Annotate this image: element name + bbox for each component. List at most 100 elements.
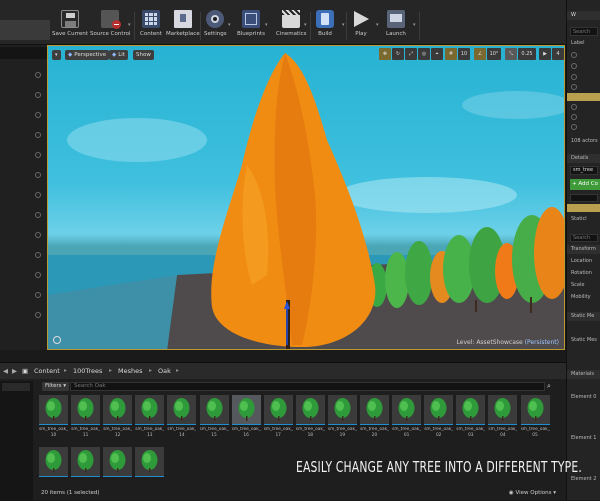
- asset-tile[interactable]: sm_tree_oak_ 10: [39, 395, 68, 439]
- asset-tile[interactable]: sm_tree_oak_ 17: [263, 395, 293, 439]
- label-column-header[interactable]: Label: [571, 40, 585, 46]
- asset-search-input[interactable]: Search Oak: [70, 382, 545, 391]
- launch-button[interactable]: Launch: [386, 10, 406, 42]
- visibility-eye-icon[interactable]: [35, 112, 41, 118]
- component-selected-row[interactable]: [567, 204, 600, 212]
- asset-tile[interactable]: sm_tree_oak_ 13: [135, 395, 165, 439]
- visibility-eye-icon[interactable]: [571, 114, 577, 120]
- level-viewport[interactable]: ▾ ◆ Perspective ◆ Lit Show ✥ ↻ ⤢ ◎ ⌖ # 10 …: [47, 45, 565, 350]
- outliner-selected-row[interactable]: [567, 93, 600, 101]
- search-icon[interactable]: ⌕: [547, 382, 551, 391]
- marketplace-button[interactable]: Marketplace: [166, 10, 200, 42]
- add-component-button[interactable]: + Add Co: [570, 179, 600, 190]
- left-panel-tab[interactable]: [0, 20, 50, 40]
- visibility-eye-icon[interactable]: [571, 124, 577, 130]
- path-segment[interactable]: 100Trees: [73, 367, 102, 375]
- asset-tile[interactable]: sm_tree_oak_ 16: [231, 395, 261, 439]
- path-separator-icon[interactable]: ▸: [109, 367, 112, 374]
- forward-arrow-icon[interactable]: ▶: [12, 367, 17, 375]
- visibility-eye-icon[interactable]: [35, 232, 41, 238]
- lit-button[interactable]: ◆ Lit: [109, 50, 128, 60]
- camera-speed-value[interactable]: 4: [552, 48, 564, 60]
- settings-dropdown-arrow[interactable]: ▾: [228, 22, 231, 28]
- path-segment[interactable]: Meshes: [118, 367, 143, 375]
- source-control-dropdown-arrow[interactable]: ▾: [128, 22, 131, 28]
- asset-tile[interactable]: [103, 447, 133, 491]
- back-arrow-icon[interactable]: ◀: [3, 367, 8, 375]
- sources-search-input[interactable]: [2, 383, 30, 391]
- asset-tile[interactable]: sm_tree_oak_ 05: [520, 395, 550, 439]
- perspective-button[interactable]: ◆ Perspective: [65, 50, 110, 60]
- asset-tile[interactable]: [135, 447, 165, 491]
- asset-tile[interactable]: sm_tree_oak_ 20: [360, 395, 389, 439]
- rotate-tool-icon[interactable]: ↻: [392, 48, 404, 60]
- blueprints-button[interactable]: Blueprints: [237, 10, 265, 42]
- visibility-eye-icon[interactable]: [35, 312, 41, 318]
- left-panel-header[interactable]: [0, 47, 47, 59]
- rotation-snap-icon[interactable]: ∠: [474, 48, 486, 60]
- show-button[interactable]: Show: [133, 50, 154, 60]
- translate-tool-icon[interactable]: ✥: [379, 48, 391, 60]
- asset-tile[interactable]: sm_tree_oak_ 11: [71, 395, 101, 439]
- asset-tile[interactable]: sm_tree_oak_ 19: [327, 395, 357, 439]
- outliner-search-input[interactable]: Search: [570, 27, 598, 36]
- camera-speed-icon[interactable]: ▶: [539, 48, 551, 60]
- visibility-eye-icon[interactable]: [571, 104, 577, 110]
- component-search-input[interactable]: [570, 194, 598, 202]
- asset-tile[interactable]: sm_tree_oak_ 03: [456, 395, 486, 439]
- selected-oak-tree[interactable]: [211, 53, 376, 350]
- build-dropdown-arrow[interactable]: ▾: [342, 22, 345, 28]
- filters-button[interactable]: Filters ▾: [42, 382, 70, 391]
- scale-snap-value[interactable]: 0.25: [518, 48, 536, 60]
- visibility-eye-icon[interactable]: [35, 72, 41, 78]
- visibility-eye-icon[interactable]: [35, 252, 41, 258]
- asset-tile[interactable]: [39, 447, 68, 491]
- asset-tile[interactable]: sm_tree_oak_ 14: [167, 395, 197, 439]
- rotation-snap-value[interactable]: 10°: [487, 48, 501, 60]
- visibility-eye-icon[interactable]: [571, 84, 577, 90]
- grid-snap-value[interactable]: 10: [458, 48, 470, 60]
- visibility-eye-icon[interactable]: [35, 192, 41, 198]
- surface-snap-icon[interactable]: ⌖: [431, 48, 443, 60]
- asset-tile[interactable]: sm_tree_oak_ 15: [199, 395, 229, 439]
- path-separator-icon[interactable]: ▸: [149, 367, 152, 374]
- asset-tile[interactable]: [71, 447, 101, 491]
- visibility-eye-icon[interactable]: [35, 132, 41, 138]
- launch-dropdown-arrow[interactable]: ▾: [413, 22, 416, 28]
- asset-tile[interactable]: sm_tree_oak_ 12: [103, 395, 133, 439]
- actor-name-field[interactable]: sm_tree: [570, 166, 598, 175]
- path-separator-icon[interactable]: ▸: [176, 367, 179, 374]
- blueprints-dropdown-arrow[interactable]: ▾: [265, 22, 268, 28]
- build-button[interactable]: Build: [316, 10, 334, 42]
- view-options-button[interactable]: ◉ View Options ▾: [509, 490, 556, 496]
- asset-tile[interactable]: sm_tree_oak_ 01: [392, 395, 422, 439]
- play-dropdown-arrow[interactable]: ▾: [376, 22, 379, 28]
- path-segment[interactable]: Content: [34, 367, 60, 375]
- visibility-eye-icon[interactable]: [35, 92, 41, 98]
- source-control-button[interactable]: Source Control: [90, 10, 131, 42]
- path-segment[interactable]: Oak: [158, 367, 171, 375]
- world-space-icon[interactable]: ◎: [418, 48, 430, 60]
- visibility-eye-icon[interactable]: [571, 52, 577, 58]
- grid-snap-icon[interactable]: #: [445, 48, 457, 60]
- save-current-button[interactable]: Save Current: [52, 10, 88, 42]
- path-separator-icon[interactable]: ▸: [64, 367, 67, 374]
- visibility-eye-icon[interactable]: [571, 74, 577, 80]
- visibility-eye-icon[interactable]: [35, 172, 41, 178]
- content-button[interactable]: Content: [140, 10, 162, 42]
- visibility-eye-icon[interactable]: [571, 63, 577, 69]
- cinematics-button[interactable]: Cinematics: [276, 10, 307, 42]
- settings-button[interactable]: Settings: [204, 10, 227, 42]
- asset-tile[interactable]: sm_tree_oak_ 04: [488, 395, 518, 439]
- details-search-input[interactable]: Search: [570, 234, 598, 242]
- visibility-eye-icon[interactable]: [35, 212, 41, 218]
- scale-snap-icon[interactable]: ⤡: [505, 48, 517, 60]
- scale-tool-icon[interactable]: ⤢: [405, 48, 417, 60]
- visibility-eye-icon[interactable]: [35, 292, 41, 298]
- visibility-eye-icon[interactable]: [35, 272, 41, 278]
- visibility-eye-icon[interactable]: [35, 152, 41, 158]
- play-button[interactable]: Play: [352, 10, 370, 42]
- asset-tile[interactable]: sm_tree_oak_ 02: [424, 395, 454, 439]
- asset-tile[interactable]: sm_tree_oak_ 18: [295, 395, 325, 439]
- viewport-options-button[interactable]: ▾: [52, 50, 61, 60]
